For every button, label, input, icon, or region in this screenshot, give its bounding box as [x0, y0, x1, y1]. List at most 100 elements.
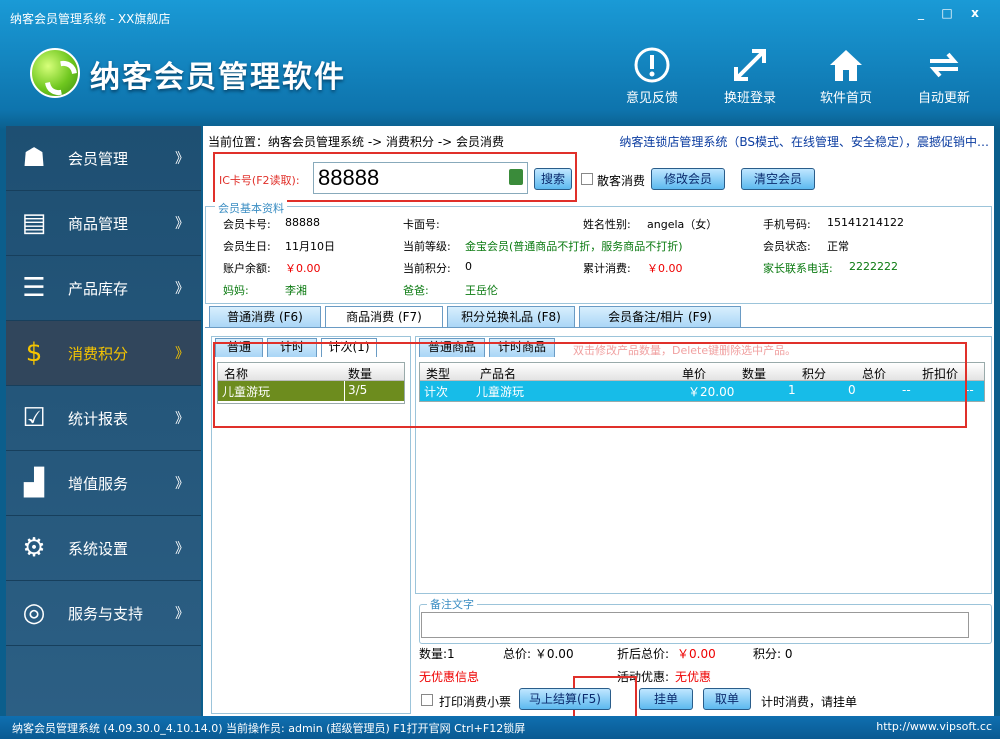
print-receipt-label: 打印消费小票 [439, 695, 512, 709]
shift-login-label: 换班登录 [723, 91, 776, 106]
walkin-label: 散客消费 [597, 174, 646, 188]
points-value: 0 [465, 260, 472, 273]
state-value: 正常 [827, 240, 849, 253]
home-icon [806, 45, 886, 85]
status-info: 纳客会员管理系统 (4.09.30.0_4.10.14.0) 当前操作员: ad… [12, 722, 526, 735]
total-value: ￥0.00 [647, 262, 683, 275]
print-receipt-checkbox[interactable] [421, 694, 433, 706]
summary-points: 积分: 0 [753, 647, 793, 661]
mom-value: 李湘 [285, 284, 307, 297]
status-url[interactable]: http://www.vipsoft.cc [876, 720, 992, 733]
homepage-button[interactable]: 软件首页 [806, 45, 886, 106]
document-icon: ▤ [21, 208, 47, 238]
walkin-checkbox[interactable] [581, 173, 593, 185]
face-no-label: 卡面号: [403, 218, 440, 231]
level-label: 当前等级: [403, 240, 451, 253]
sidebar-item-stock[interactable]: ☰ 产品库存 》 [6, 256, 201, 321]
member-group-title: 会员基本资料 [215, 200, 287, 216]
note-title: 备注文字 [427, 596, 477, 612]
summary-disc-value: ￥0.00 [677, 647, 716, 661]
switch-arrows-icon [710, 45, 790, 85]
shift-login-button[interactable]: 换班登录 [710, 45, 790, 106]
sidebar-item-member[interactable]: ☗ 会员管理 》 [6, 126, 201, 191]
sidebar-item-label: 系统设置 [68, 540, 129, 558]
dad-value: 王岳伦 [465, 284, 498, 297]
sidebar-item-label: 服务与支持 [68, 605, 144, 623]
hang-order-button[interactable]: 挂单 [639, 688, 693, 710]
money-bag-icon: $ [25, 338, 43, 368]
maximize-button[interactable]: □ [934, 4, 960, 22]
sidebar-item-label: 产品库存 [68, 280, 129, 298]
tab-points-gift[interactable]: 积分兑换礼品 (F8) [447, 306, 575, 328]
phone-value: 15141214122 [827, 216, 904, 229]
sidebar-item-product[interactable]: ▤ 商品管理 》 [6, 191, 201, 256]
tab-normal-consume[interactable]: 普通消费 (F6) [209, 306, 321, 328]
sidebar-item-label: 会员管理 [68, 150, 129, 168]
highlight-box [213, 342, 967, 428]
card-reader-icon[interactable] [509, 169, 523, 185]
sidebar-item-value-added[interactable]: ▟ 增值服务 》 [6, 451, 201, 516]
main-panel: 当前位置：纳客会员管理系统 -> 消费积分 -> 会员消费 纳客连锁店管理系统（… [203, 126, 994, 726]
phone-label: 手机号码: [763, 218, 811, 231]
chevron-icon: 》 [175, 216, 189, 232]
close-button[interactable]: x [962, 4, 988, 22]
tab-goods-consume[interactable]: 商品消费 (F7) [325, 306, 443, 328]
balance-value: ￥0.00 [285, 262, 321, 275]
name-value: angela（女） [647, 218, 718, 231]
parent-phone-value: 2222222 [849, 260, 898, 273]
timed-hint: 计时消费，请挂单 [761, 695, 858, 709]
chevron-icon: 》 [175, 281, 189, 297]
birthday-label: 会员生日: [223, 240, 271, 253]
state-label: 会员状态: [763, 240, 811, 253]
chevron-icon: 》 [175, 411, 189, 427]
search-button[interactable]: 搜索 [534, 168, 572, 190]
info-icon [612, 45, 692, 85]
tab-remark-photo[interactable]: 会员备注/相片 (F9) [579, 306, 741, 328]
parent-phone-label: 家长联系电话: [763, 262, 833, 275]
checkout-button[interactable]: 马上结算(F5) [519, 688, 611, 710]
level-value: 金宝会员(普通商品不打折，服务商品不打折) [465, 240, 683, 253]
chevron-icon: 》 [175, 151, 189, 167]
app-title: 纳客会员管理软件 [90, 60, 346, 95]
sidebar: ☗ 会员管理》 ▤ 商品管理》 ☰ 产品库存》 $ 消费积分》 ☑ 统计报表》 ▟ 增值服务… [6, 126, 201, 716]
status-bar: 纳客会员管理系统 (4.09.30.0_4.10.14.0) 当前操作员: ad… [0, 716, 1000, 739]
card-label: IC卡号(F2读取): [219, 174, 300, 187]
sidebar-item-support[interactable]: ◎ 服务与支持 》 [6, 581, 201, 646]
auto-update-button[interactable]: 自动更新 [904, 45, 984, 106]
promo-value: 无优惠 [675, 670, 712, 684]
feedback-label: 意见反馈 [625, 91, 678, 106]
sidebar-item-consume[interactable]: $ 消费积分 》 [6, 321, 201, 386]
edit-member-button[interactable]: 修改会员 [651, 168, 725, 190]
globe-icon: ◎ [22, 598, 46, 628]
minimize-button[interactable]: _ [908, 4, 934, 22]
name-label: 姓名性别: [583, 218, 631, 231]
user-icon: ☗ [22, 143, 46, 173]
ad-link[interactable]: 纳客连锁店管理系统（BS模式、在线管理、安全稳定），震撼促销中… [619, 133, 989, 150]
chevron-icon: 》 [175, 606, 189, 622]
feedback-button[interactable]: 意见反馈 [612, 45, 692, 106]
summary-disc-label: 折后总价: [617, 647, 670, 661]
note-input[interactable] [421, 612, 969, 638]
sidebar-item-settings[interactable]: ⚙ 系统设置 》 [6, 516, 201, 581]
card-input[interactable]: 88888 [313, 162, 528, 194]
refresh-icon [904, 45, 984, 85]
app-logo [30, 48, 80, 98]
summary-total: 总价: ￥0.00 [503, 647, 574, 661]
birthday-value: 11月10日 [285, 240, 335, 253]
gear-icon: ⚙ [22, 533, 46, 563]
card-value: 88888 [318, 165, 380, 190]
chevron-icon: 》 [175, 541, 189, 557]
clear-member-button[interactable]: 清空会员 [741, 168, 815, 190]
app-window: 纳客会员管理系统 - XX旗舰店 _ □ x 纳客会员管理软件 意见反馈 换班登… [0, 0, 1000, 739]
title-bar: 纳客会员管理系统 - XX旗舰店 _ □ x [0, 0, 1000, 32]
take-order-button[interactable]: 取单 [703, 688, 751, 710]
dad-label: 爸爸: [403, 284, 429, 297]
sidebar-item-report[interactable]: ☑ 统计报表 》 [6, 386, 201, 451]
chart-icon: ▟ [24, 468, 44, 498]
sidebar-item-label: 统计报表 [68, 410, 129, 428]
sidebar-item-label: 商品管理 [68, 215, 129, 233]
homepage-label: 软件首页 [819, 91, 872, 106]
auto-update-label: 自动更新 [917, 91, 970, 106]
summary-qty: 数量:1 [419, 647, 455, 661]
total-label: 累计消费: [583, 262, 631, 275]
